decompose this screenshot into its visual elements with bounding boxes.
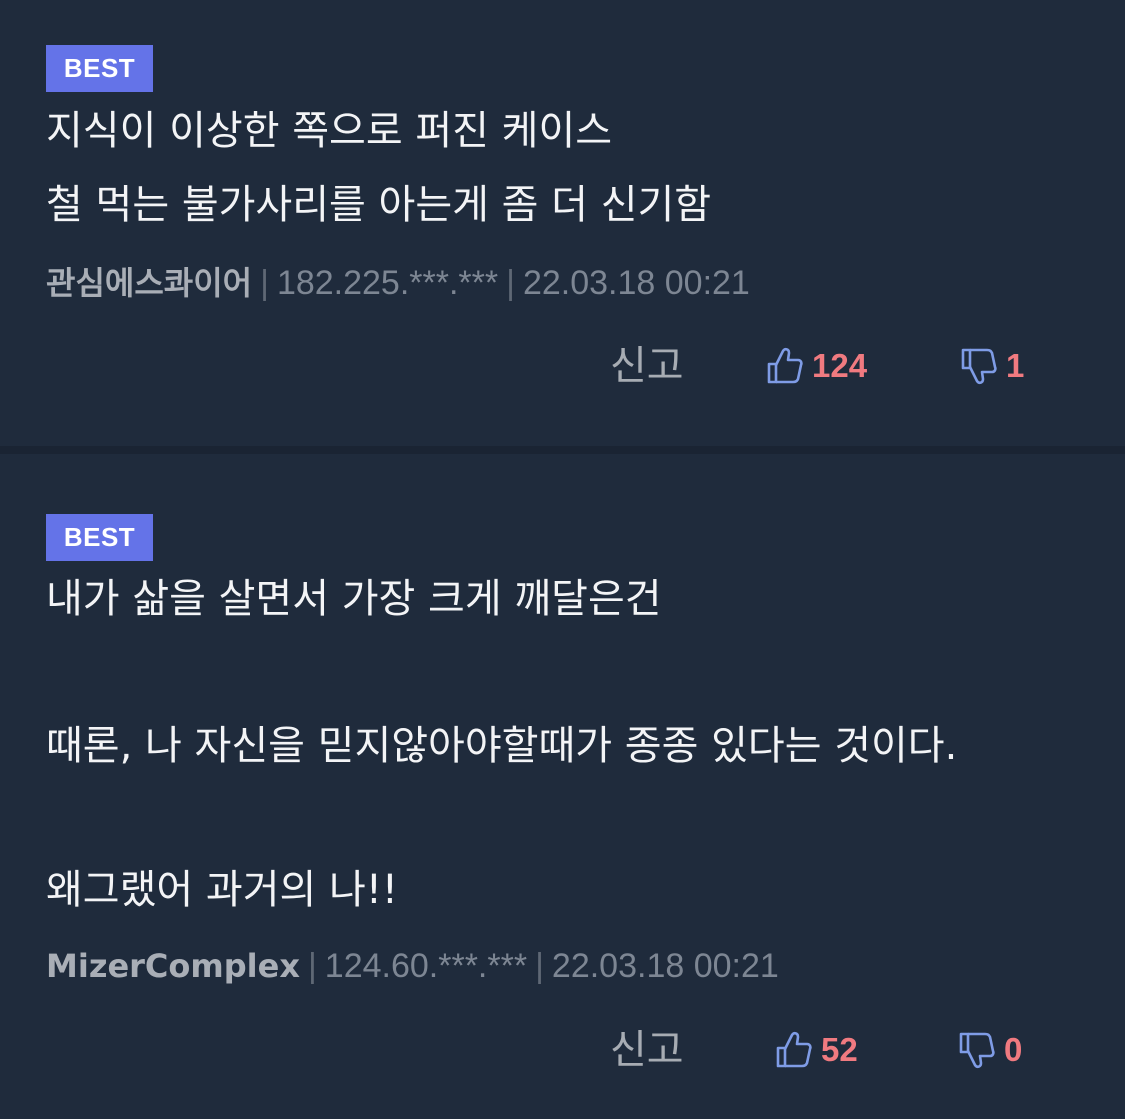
dislike-count: 0: [1004, 1031, 1023, 1068]
report-button[interactable]: 신고: [610, 342, 684, 390]
thumbs-up-icon: [766, 346, 804, 386]
comment-text-line: 철 먹는 불가사리를 아는게 좀 더 신기함: [46, 182, 712, 228]
thumbs-down-icon: [958, 1030, 996, 1070]
like-button[interactable]: 52: [775, 1028, 858, 1072]
comment-meta: 관심에스콰이어 | 182.225.***.*** | 22.03.18 00:21: [46, 263, 750, 303]
author-name[interactable]: 관심에스콰이어: [46, 264, 252, 302]
dislike-count: 1: [1006, 347, 1025, 384]
comment-text-line: 왜그랬어 과거의 나!!: [46, 867, 398, 913]
comment-text-line: 지식이 이상한 쪽으로 퍼진 케이스: [46, 108, 613, 154]
dislike-button[interactable]: 0: [958, 1028, 1022, 1072]
comment-text-line: 때론, 나 자신을 믿지않아야할때가 종종 있다는 것이다.: [46, 723, 958, 769]
meta-separator: |: [535, 947, 544, 985]
author-name[interactable]: MizerComplex: [46, 947, 300, 985]
thumbs-down-icon: [960, 346, 998, 386]
best-badge: BEST: [46, 45, 153, 92]
comment-card: BEST 내가 삶을 살면서 가장 크게 깨달은건 때론, 나 자신을 믿지않아…: [0, 454, 1125, 1119]
thumbs-up-icon: [775, 1030, 813, 1070]
like-button[interactable]: 124: [766, 344, 867, 388]
like-count: 124: [812, 347, 868, 384]
meta-separator: |: [307, 947, 317, 985]
best-badge: BEST: [46, 514, 153, 561]
meta-separator: |: [260, 264, 269, 302]
dislike-button[interactable]: 1: [960, 344, 1024, 388]
like-count: 52: [821, 1031, 858, 1068]
meta-separator: |: [506, 264, 515, 302]
comment-text-line: 내가 삶을 살면서 가장 크게 깨달은건: [46, 576, 662, 622]
comment-divider: [0, 446, 1125, 454]
timestamp: 22.03.18 00:21: [522, 264, 750, 302]
ip-address: 124.60.***.***: [324, 947, 528, 985]
comment-card: BEST 지식이 이상한 쪽으로 퍼진 케이스 철 먹는 불가사리를 아는게 좀…: [0, 0, 1125, 446]
report-button[interactable]: 신고: [610, 1026, 684, 1074]
comment-meta: MizerComplex | 124.60.***.*** | 22.03.18 00:…: [46, 946, 779, 986]
timestamp: 22.03.18 00:21: [551, 947, 779, 985]
ip-address: 182.225.***.***: [276, 264, 499, 302]
